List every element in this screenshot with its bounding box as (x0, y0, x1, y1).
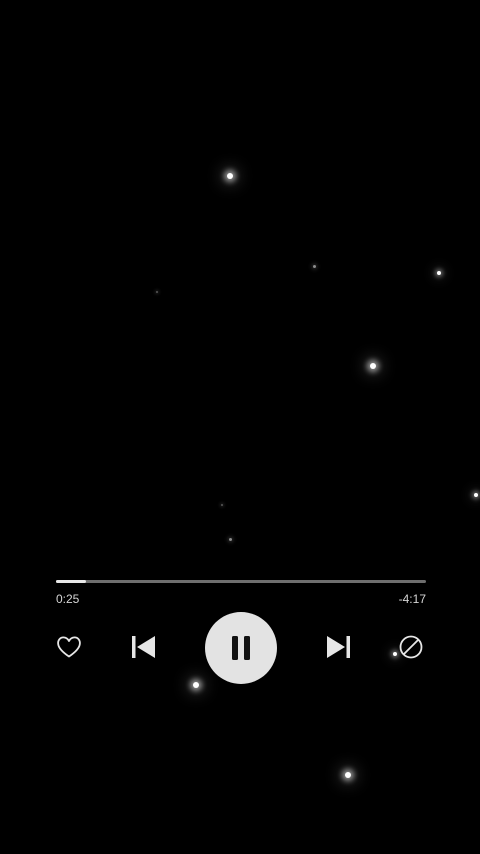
playback-panel: 0:25 -4:17 (56, 574, 426, 610)
starfield-background (0, 0, 480, 854)
progress-bar[interactable] (56, 574, 426, 588)
star (313, 265, 316, 268)
next-button[interactable] (322, 630, 356, 664)
remaining-time: -4:17 (398, 592, 426, 606)
star (370, 363, 376, 369)
star (474, 493, 478, 497)
playback-controls (0, 612, 480, 684)
progress-fill (56, 580, 86, 583)
like-button[interactable] (54, 632, 84, 662)
star (156, 291, 158, 293)
pause-button[interactable] (205, 612, 277, 684)
progress-rail (56, 580, 426, 583)
pause-icon (232, 636, 250, 660)
time-row: 0:25 -4:17 (56, 592, 426, 610)
player-screen: 0:25 -4:17 (0, 0, 480, 854)
star (345, 772, 351, 778)
heart-outline-icon (57, 636, 81, 658)
star (229, 538, 232, 541)
star (221, 504, 223, 506)
elapsed-time: 0:25 (56, 592, 80, 606)
block-icon (399, 635, 423, 659)
skip-next-icon (327, 636, 350, 658)
skip-previous-icon (132, 636, 155, 658)
previous-button[interactable] (126, 630, 160, 664)
star (437, 271, 441, 275)
block-button[interactable] (396, 632, 426, 662)
star (227, 173, 233, 179)
